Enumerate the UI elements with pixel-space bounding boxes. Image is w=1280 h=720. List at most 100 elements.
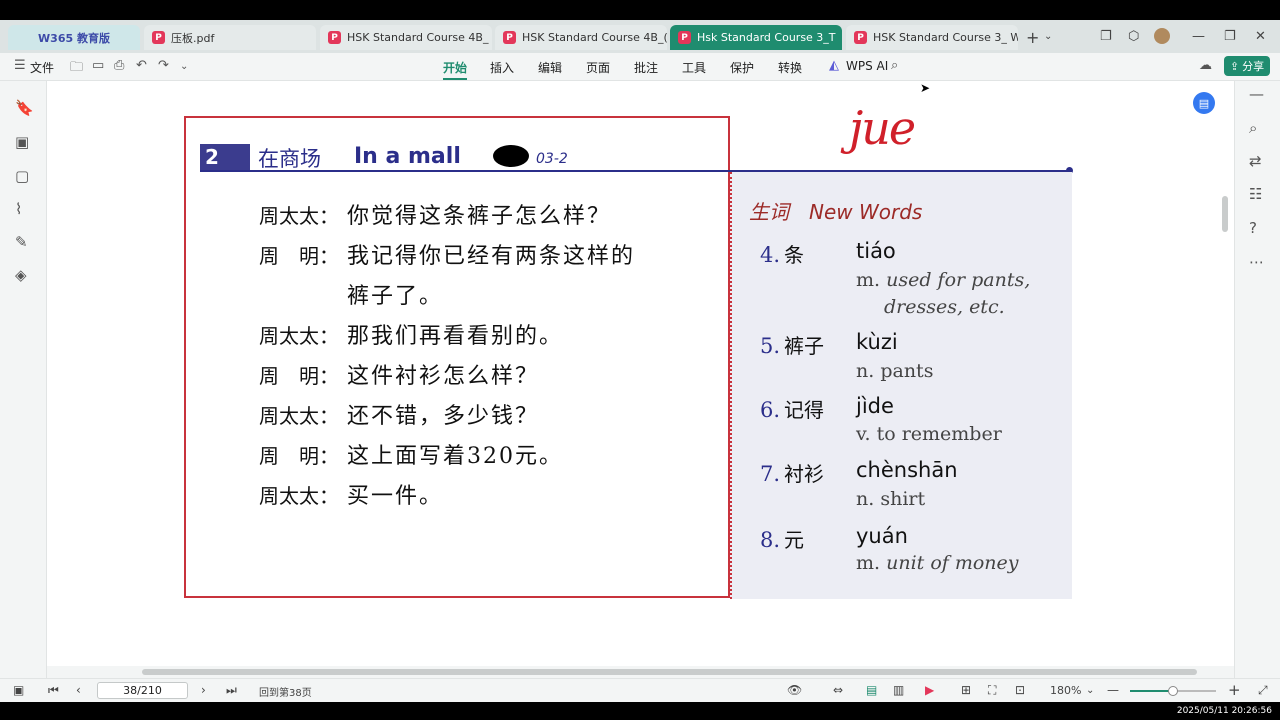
thumbnail-view-icon[interactable]: ⊞	[961, 683, 971, 697]
tab-pdf-2[interactable]: P HSK Standard Course 4B_ ⓘ	[320, 25, 492, 50]
print-icon[interactable]: ⎙	[114, 58, 124, 73]
speaker: 周太太：	[259, 484, 339, 508]
undo-icon[interactable]: ↶	[136, 58, 147, 73]
menu-tools[interactable]: 工具	[682, 59, 706, 76]
zoom-slider-fill	[1130, 690, 1173, 692]
vocab-pos: m.	[856, 552, 881, 574]
redo-icon[interactable]: ↷	[158, 58, 169, 73]
zoom-slider[interactable]	[1130, 686, 1216, 696]
last-page-icon[interactable]: ⏭	[226, 683, 237, 698]
avatar[interactable]	[1154, 28, 1170, 44]
zoom-out-icon[interactable]: —	[1107, 683, 1119, 697]
tab-home[interactable]: W365 教育版	[8, 25, 140, 50]
vocab-pinyin: jìde	[856, 394, 894, 418]
screenshot-icon[interactable]: ⊡	[1015, 683, 1025, 697]
fullscreen-icon[interactable]: ⛶	[988, 683, 996, 698]
search-icon[interactable]: ⌕	[891, 58, 898, 73]
tab-pdf-1[interactable]: P 压板.pdf	[144, 25, 316, 50]
page-number-input[interactable]: 38/210	[97, 682, 188, 699]
pdf-icon: P	[854, 31, 867, 44]
dialog-line: 周 明： 这件衬衫怎么样？	[259, 358, 539, 390]
horizontal-scrollbar[interactable]	[47, 666, 1234, 678]
wps-ai-icon: ◭	[829, 58, 839, 73]
right-sidebar: — ⌕ ⇄ ☷ ? ⋯	[1234, 81, 1280, 678]
scrollbar-thumb[interactable]	[142, 669, 1197, 675]
zoom-level[interactable]: 180%	[1050, 684, 1081, 697]
speaker: 周 明：	[259, 444, 339, 468]
menu-start[interactable]: 开始	[443, 59, 468, 80]
signature-icon[interactable]: ✎	[15, 233, 28, 251]
comment-icon[interactable]: ▢	[15, 167, 29, 185]
eye-icon[interactable]: 👁	[787, 683, 802, 697]
zoom-slider-knob[interactable]	[1168, 686, 1178, 696]
play-icon[interactable]: ▶	[925, 683, 934, 697]
prev-page-icon[interactable]: ‹	[76, 683, 81, 697]
save-icon[interactable]: ▭	[92, 58, 104, 73]
open-folder-icon[interactable]: 🗀	[70, 58, 83, 80]
menu-annotate[interactable]: 批注	[634, 59, 658, 76]
vocab-def-text: unit of money	[886, 552, 1019, 574]
chevron-down-icon[interactable]: ⌄	[1044, 31, 1052, 42]
tab-pdf-active[interactable]: P Hsk Standard Course 3_T ✕	[670, 25, 842, 50]
next-page-icon[interactable]: ›	[201, 683, 206, 697]
vocab-pos: n.	[856, 360, 875, 382]
vocab-char: 元	[784, 528, 805, 552]
pdf-icon: P	[678, 31, 691, 44]
menu-insert[interactable]: 插入	[490, 59, 514, 76]
double-page-icon[interactable]: ▥	[893, 683, 904, 697]
close-window-icon[interactable]: ✕	[1255, 29, 1266, 44]
menu-convert[interactable]: 转换	[778, 59, 802, 76]
tab-pdf-5[interactable]: P HSK Standard Course 3_ Wo	[846, 25, 1018, 50]
minimize-icon[interactable]: —	[1192, 29, 1205, 44]
cube-icon[interactable]: ⬡	[1128, 29, 1139, 44]
floating-tool-button[interactable]: ▤	[1193, 92, 1215, 114]
vocab-char: 记得	[784, 398, 825, 422]
menu-edit[interactable]: 编辑	[538, 59, 562, 76]
speaker: 周 明：	[259, 364, 339, 388]
chevron-down-icon[interactable]: ⌄	[1086, 685, 1094, 696]
thumbnail-icon[interactable]: ▣	[15, 133, 29, 151]
fit-width-icon[interactable]: ⇔	[833, 683, 843, 697]
search-icon[interactable]: ⌕	[1249, 119, 1257, 137]
menu-page[interactable]: 页面	[586, 59, 610, 76]
vertical-scrollbar[interactable]	[1222, 196, 1228, 232]
zoom-in-icon[interactable]: +	[1228, 681, 1241, 699]
goto-page-label[interactable]: 回到第38页	[259, 684, 312, 699]
menu-icon[interactable]: ☰	[14, 58, 26, 73]
file-menu[interactable]: 文件	[30, 59, 54, 76]
sidebar-toggle-icon[interactable]: ▣	[13, 683, 24, 697]
dialog-frame	[184, 116, 730, 598]
share-button[interactable]: ⇪ 分享	[1224, 56, 1270, 76]
dialog-text: 那我们再看看别的。	[347, 324, 564, 349]
help-icon[interactable]: ?	[1249, 219, 1257, 237]
close-tab-icon[interactable]: ✕	[836, 31, 843, 45]
vocab-entry: 7. 衬衫	[760, 458, 824, 487]
single-page-icon[interactable]: ▤	[866, 683, 877, 697]
dialog-text: 你觉得这条裤子怎么样？	[347, 204, 612, 229]
document-canvas[interactable]: ➤ jue ▤ 2 在商场 In a mall 03-2 周太太： 你觉得这条裤子…	[47, 81, 1234, 678]
collapse-icon[interactable]: —	[1249, 85, 1264, 103]
maximize-icon[interactable]: ❐	[1224, 29, 1236, 44]
layers-icon[interactable]: ◈	[15, 266, 27, 284]
ribbon-toolbar: ☰ 文件 🗀 ▭ ⎙ ↶ ↷ ⌄ 开始 插入 编辑 页面 批注 工具 保护 转换…	[0, 53, 1280, 81]
pdf-page: ➤ jue ▤ 2 在商场 In a mall 03-2 周太太： 你觉得这条裤子…	[47, 81, 1234, 678]
speaker: 周 明：	[259, 244, 339, 268]
attachment-icon[interactable]: ⌇	[15, 200, 22, 218]
dialog-text: 这件衬衫怎么样？	[347, 364, 540, 389]
first-page-icon[interactable]: ⏮	[48, 683, 59, 698]
new-tab-button[interactable]: +	[1026, 28, 1039, 47]
wps-ai-button[interactable]: WPS AI	[846, 59, 888, 73]
bookmark-icon[interactable]: 🔖	[15, 99, 34, 117]
chevron-down-icon[interactable]: ⌄	[180, 61, 188, 72]
dialog-line: 裤子了。	[259, 278, 443, 310]
vocab-pos: n.	[856, 488, 875, 510]
expand-icon[interactable]: ⤢	[1258, 683, 1268, 698]
translate-icon[interactable]: ⇄	[1249, 152, 1262, 170]
vocab-definition: m. used for pants,	[856, 269, 1030, 291]
settings-sliders-icon[interactable]: ☷	[1249, 185, 1262, 203]
tab-pdf-3[interactable]: P HSK Standard Course 4B_( ⓘ	[495, 25, 667, 50]
cloud-sync-icon[interactable]: ☁	[1199, 58, 1212, 73]
menu-protect[interactable]: 保护	[730, 59, 754, 76]
window-restore-icon[interactable]: ❐	[1100, 29, 1112, 44]
more-icon[interactable]: ⋯	[1249, 253, 1264, 271]
